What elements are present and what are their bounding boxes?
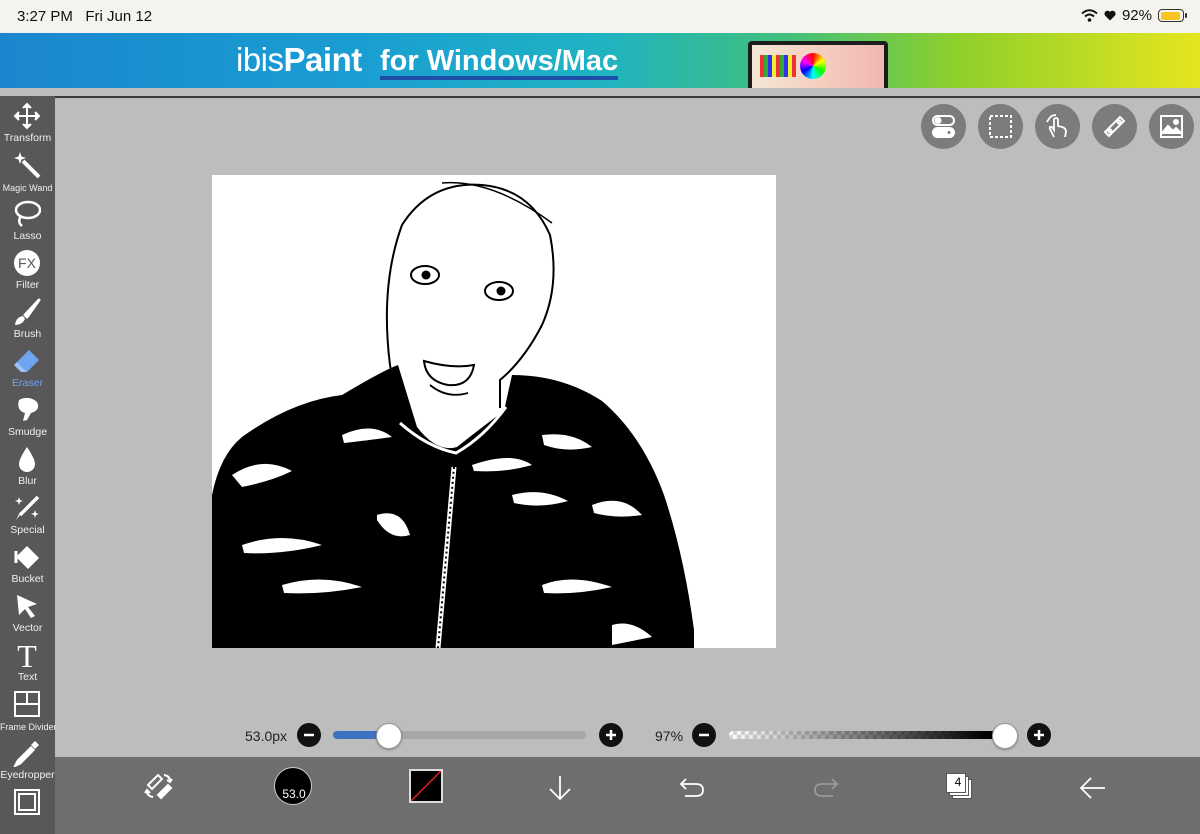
drawing-canvas[interactable] — [212, 175, 776, 648]
tool-transform[interactable]: Transform — [0, 98, 55, 147]
smudge-icon — [18, 397, 39, 421]
tool-label: Filter — [15, 279, 40, 291]
minus-icon — [304, 733, 314, 737]
tool-label: Lasso — [13, 230, 42, 242]
battery-percent: 92% — [1121, 7, 1152, 24]
layers-count: 4 — [954, 775, 962, 789]
tool-filter[interactable]: FX Filter — [0, 245, 55, 294]
tool-vector[interactable]: Vector — [0, 588, 55, 637]
tool-label: Magic Wand — [2, 183, 53, 193]
toggle-button[interactable] — [921, 104, 966, 149]
tool-blur[interactable]: Blur — [0, 441, 55, 490]
eraser-icon — [14, 350, 39, 372]
tool-label: Frame Divider — [0, 722, 57, 732]
opacity-slider[interactable] — [729, 731, 1014, 739]
tool-label: Bucket — [11, 573, 44, 585]
tool-label: Eraser — [12, 377, 43, 389]
tool-frame-divider[interactable]: Frame Divider — [0, 686, 57, 735]
tool-palette: Transform Magic Wand Lasso FX Filter Bru… — [0, 96, 57, 834]
brush-size-indicator-label: 53.0 — [282, 787, 306, 801]
tool-eyedropper[interactable]: Eyedropper — [0, 735, 55, 784]
brush-size-value: 53.0px — [245, 728, 288, 744]
hand-button[interactable] — [1035, 104, 1080, 149]
text-icon: T — [17, 641, 37, 671]
tool-magic-wand[interactable]: Magic Wand — [0, 147, 55, 196]
tool-label: Eyedropper — [0, 769, 55, 781]
laptop-illustration — [748, 41, 888, 88]
layers-button[interactable]: 4 — [946, 773, 972, 799]
tool-label: Smudge — [7, 426, 48, 438]
toggle-icon — [932, 115, 955, 138]
svg-text:T: T — [17, 641, 37, 671]
tool-label: Text — [17, 671, 38, 683]
brush-icon — [15, 298, 41, 325]
selection-button[interactable] — [978, 104, 1023, 149]
status-bar: 3:27 PM Fri Jun 12 92% — [0, 0, 1200, 33]
move-arrows-icon — [13, 102, 41, 130]
svg-text:FX: FX — [18, 255, 37, 271]
selection-icon — [989, 115, 1012, 138]
lasso-icon — [14, 200, 41, 227]
opacity-increase-button[interactable] — [1027, 723, 1051, 747]
sparkle-pen-icon — [15, 495, 40, 520]
opacity-value: 97% — [655, 728, 684, 744]
bucket-icon — [14, 546, 39, 569]
tool-label: Vector — [12, 622, 43, 634]
brush-size-slider[interactable] — [333, 731, 586, 739]
reference-image-button[interactable] — [1149, 104, 1194, 149]
drop-icon — [19, 447, 35, 472]
bottom-toolbar: 53.0 4 — [55, 757, 1200, 834]
tool-text[interactable]: T Text — [0, 637, 55, 686]
fx-icon: FX — [14, 250, 40, 276]
tool-eraser[interactable]: Eraser — [0, 343, 55, 392]
color-swatch[interactable] — [409, 769, 443, 803]
brush-size-increase-button[interactable] — [599, 723, 623, 747]
minus-icon — [699, 733, 709, 737]
undo-icon[interactable] — [677, 773, 707, 803]
redo-icon[interactable] — [811, 773, 841, 803]
banner-tagline: for Windows/Mac — [380, 46, 619, 80]
down-arrow-icon[interactable] — [545, 773, 575, 803]
tool-bucket[interactable]: Bucket — [0, 539, 55, 588]
opacity-decrease-button[interactable] — [692, 723, 716, 747]
eyedropper-icon — [13, 741, 39, 767]
tool-brush[interactable]: Brush — [0, 294, 55, 343]
plus-icon — [1034, 730, 1044, 740]
tool-label: Blur — [18, 475, 37, 487]
hand-icon — [1046, 114, 1067, 138]
brush-size-decrease-button[interactable] — [297, 723, 321, 747]
tool-label: Special — [10, 524, 45, 536]
back-arrow-icon[interactable] — [1078, 773, 1108, 803]
ruler-icon — [1103, 115, 1126, 138]
brush-size-indicator[interactable]: 53.0 — [274, 767, 312, 805]
plus-icon — [606, 730, 616, 740]
reference-image-icon — [1160, 115, 1183, 138]
magic-wand-icon — [14, 152, 41, 179]
battery-icon — [1158, 9, 1187, 22]
tool-canvas[interactable] — [0, 784, 55, 833]
tool-lasso[interactable]: Lasso — [0, 196, 55, 245]
cursor-arrow-icon — [17, 595, 37, 618]
ruler-button[interactable] — [1092, 104, 1137, 149]
ad-banner[interactable]: ibisPaint for Windows/Mac — [0, 33, 1200, 88]
ibispaint-logo: ibisPaint — [236, 41, 362, 78]
drawing-artwork — [212, 181, 694, 648]
status-time: 3:27 PM Fri Jun 12 — [17, 8, 153, 25]
no-color-slash — [411, 771, 441, 801]
heart-icon — [1104, 10, 1116, 21]
canvas-frame-icon — [14, 789, 40, 815]
frame-divider-icon — [14, 691, 40, 717]
tool-label: Brush — [13, 328, 42, 340]
tool-label: Transform — [3, 132, 52, 144]
tool-special[interactable]: Special — [0, 490, 55, 539]
brush-size-slider-knob[interactable] — [375, 723, 402, 749]
wifi-icon — [1081, 9, 1098, 22]
status-right: 92% — [1081, 7, 1187, 24]
tool-smudge[interactable]: Smudge — [0, 392, 55, 441]
tool-swap-icon[interactable] — [144, 771, 174, 801]
